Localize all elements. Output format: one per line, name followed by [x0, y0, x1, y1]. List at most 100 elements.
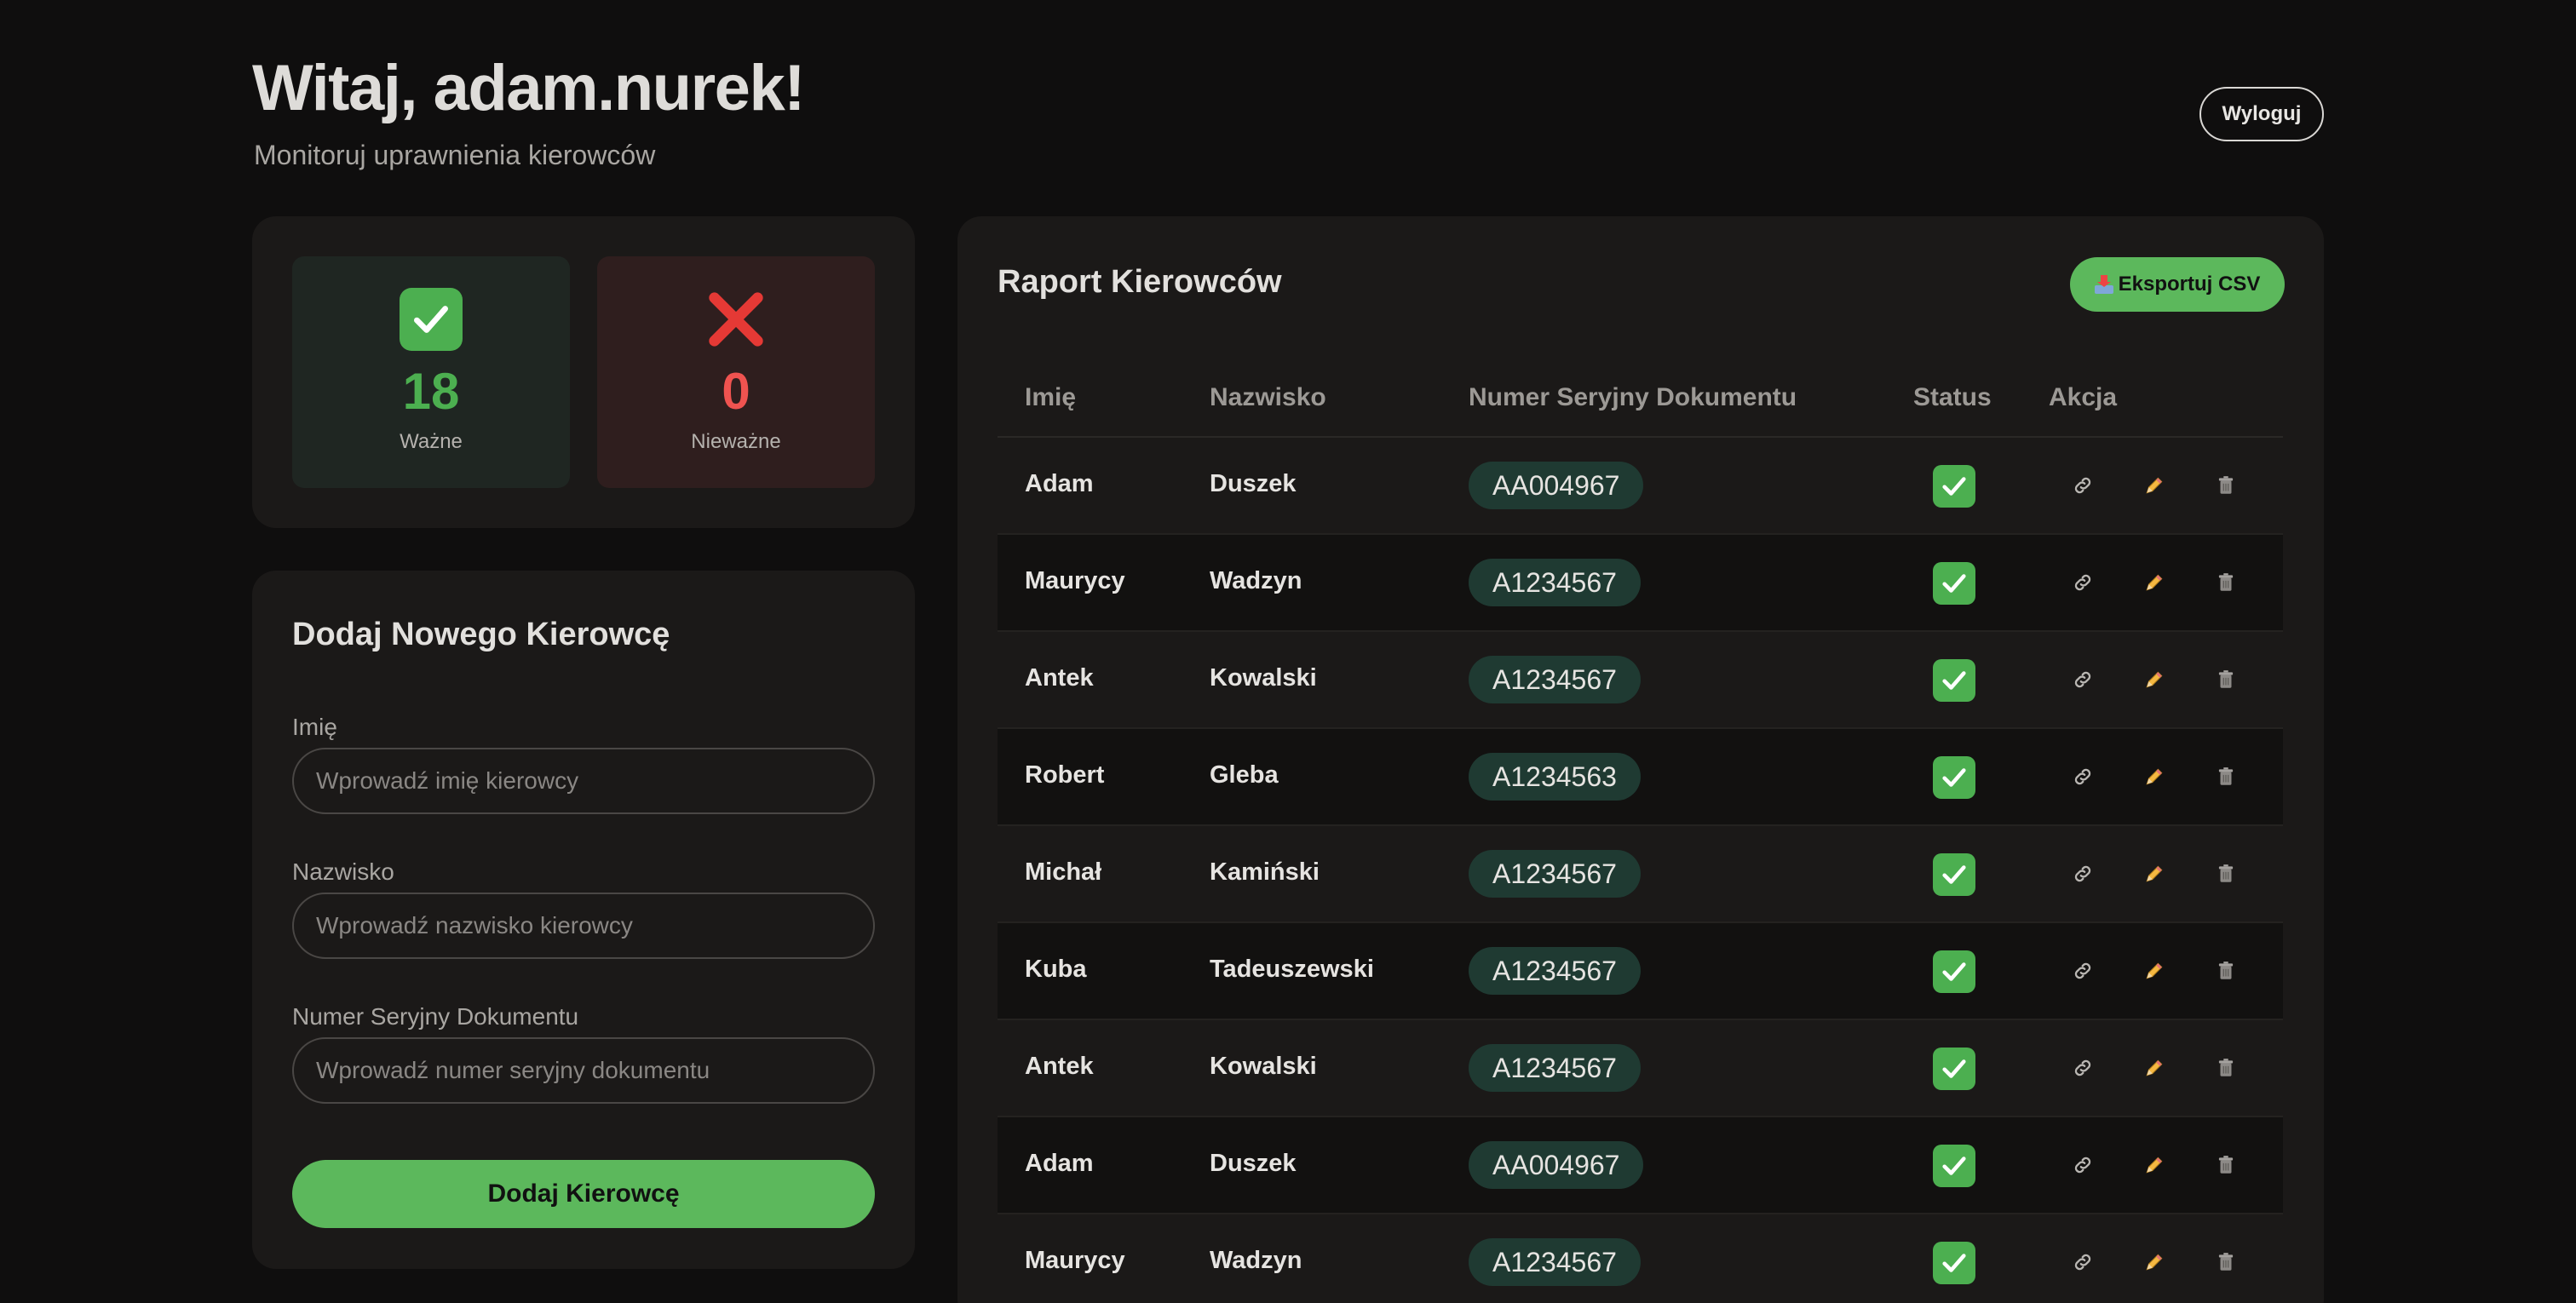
column-header-last-name: Nazwisko: [1210, 383, 1326, 411]
page-header: Witaj, adam.nurek! Monitoruj uprawnienia…: [252, 53, 2324, 181]
link-icon[interactable]: [2069, 860, 2096, 887]
pencil-icon[interactable]: [2141, 569, 2168, 596]
driver-first-name: Michał: [1025, 858, 1102, 886]
pencil-icon[interactable]: [2141, 1151, 2168, 1179]
driver-last-name: Duszek: [1210, 470, 1297, 497]
serial-number-badge: AA004967: [1469, 462, 1644, 509]
invalid-stat: 0 Nieważne: [597, 256, 875, 488]
dashboard-page: Witaj, adam.nurek! Monitoruj uprawnienia…: [252, 0, 2324, 1303]
trash-icon[interactable]: [2212, 666, 2240, 693]
table-row: Maurycy Wadzyn A1234567: [998, 535, 2283, 632]
valid-status-icon: [1933, 1145, 1975, 1187]
serial-number-badge: A1234567: [1469, 559, 1641, 606]
pencil-icon[interactable]: [2141, 666, 2168, 693]
link-icon[interactable]: [2069, 957, 2096, 984]
valid-status-icon: [1933, 853, 1975, 896]
first-name-label: Imię: [292, 714, 337, 740]
driver-last-name: Kowalski: [1210, 1053, 1317, 1080]
driver-last-name: Tadeuszewski: [1210, 956, 1374, 983]
serial-number-badge: A1234567: [1469, 1238, 1641, 1286]
serial-number-label: Numer Seryjny Dokumentu: [292, 1003, 579, 1030]
valid-status-icon: [1933, 465, 1975, 508]
driver-last-name: Wadzyn: [1210, 1247, 1302, 1274]
table-row: Antek Kowalski A1234567: [998, 1020, 2283, 1117]
valid-count: 18: [402, 363, 460, 420]
last-name-label: Nazwisko: [292, 858, 394, 885]
valid-stat: 18 Ważne: [292, 256, 570, 488]
link-icon[interactable]: [2069, 1151, 2096, 1179]
link-icon[interactable]: [2069, 666, 2096, 693]
link-icon[interactable]: [2069, 1054, 2096, 1082]
pencil-icon[interactable]: [2141, 957, 2168, 984]
link-icon[interactable]: [2069, 472, 2096, 499]
driver-first-name: Antek: [1025, 664, 1094, 692]
driver-last-name: Gleba: [1210, 761, 1279, 789]
trash-icon[interactable]: [2212, 1248, 2240, 1276]
valid-status-icon: [1933, 659, 1975, 702]
table-row: Adam Duszek AA004967: [998, 1117, 2283, 1214]
driver-last-name: Kamiński: [1210, 858, 1320, 886]
trash-icon[interactable]: [2212, 1151, 2240, 1179]
invalid-count: 0: [722, 363, 750, 420]
form-title: Dodaj Nowego Kierowcę: [292, 617, 670, 652]
valid-status-icon: [1933, 950, 1975, 993]
table-row: Kuba Tadeuszewski A1234567: [998, 923, 2283, 1020]
driver-first-name: Adam: [1025, 1150, 1094, 1177]
pencil-icon[interactable]: [2141, 763, 2168, 790]
pencil-icon[interactable]: [2141, 860, 2168, 887]
serial-number-badge: AA004967: [1469, 1141, 1644, 1189]
trash-icon[interactable]: [2212, 957, 2240, 984]
last-name-input[interactable]: [292, 893, 875, 959]
export-csv-button[interactable]: Eksportuj CSV: [2070, 257, 2285, 312]
serial-number-badge: A1234567: [1469, 1044, 1641, 1092]
table-row: Robert Gleba A1234563: [998, 729, 2283, 826]
driver-last-name: Kowalski: [1210, 664, 1317, 692]
valid-label: Ważne: [400, 430, 463, 453]
drivers-table: Imię Nazwisko Numer Seryjny Dokumentu St…: [998, 359, 2283, 1303]
driver-last-name: Duszek: [1210, 1150, 1297, 1177]
pencil-icon[interactable]: [2141, 1248, 2168, 1276]
report-title: Raport Kierowców: [998, 264, 1282, 300]
link-icon[interactable]: [2069, 1248, 2096, 1276]
cross-mark-icon: [704, 287, 768, 352]
table-header: Imię Nazwisko Numer Seryjny Dokumentu St…: [998, 359, 2283, 438]
driver-first-name: Robert: [1025, 761, 1105, 789]
link-icon[interactable]: [2069, 569, 2096, 596]
first-name-input[interactable]: [292, 748, 875, 814]
trash-icon[interactable]: [2212, 472, 2240, 499]
serial-number-badge: A1234567: [1469, 947, 1641, 995]
add-driver-form: Dodaj Nowego Kierowcę Imię Nazwisko Nume…: [252, 571, 915, 1269]
invalid-label: Nieważne: [691, 430, 781, 453]
column-header-first-name: Imię: [1025, 383, 1077, 411]
driver-first-name: Antek: [1025, 1053, 1094, 1080]
trash-icon[interactable]: [2212, 763, 2240, 790]
driver-first-name: Maurycy: [1025, 1247, 1125, 1274]
pencil-icon[interactable]: [2141, 1054, 2168, 1082]
valid-status-icon: [1933, 1242, 1975, 1284]
serial-number-badge: A1234567: [1469, 656, 1641, 703]
valid-status-icon: [1933, 1048, 1975, 1090]
column-header-action: Akcja: [2049, 383, 2118, 411]
add-driver-button[interactable]: Dodaj Kierowcę: [292, 1160, 875, 1228]
serial-number-badge: A1234563: [1469, 753, 1641, 801]
export-csv-label: Eksportuj CSV: [2118, 273, 2261, 296]
inbox-tray-icon: [2094, 275, 2113, 294]
table-row: Adam Duszek AA004967: [998, 438, 2283, 535]
column-header-serial: Numer Seryjny Dokumentu: [1469, 383, 1797, 411]
link-icon[interactable]: [2069, 763, 2096, 790]
trash-icon[interactable]: [2212, 1054, 2240, 1082]
driver-report-card: Raport Kierowców Eksportuj CSV Imię Nazw…: [957, 216, 2324, 1303]
driver-last-name: Wadzyn: [1210, 567, 1302, 594]
driver-first-name: Adam: [1025, 470, 1094, 497]
table-row: Antek Kowalski A1234567: [998, 632, 2283, 729]
trash-icon[interactable]: [2212, 569, 2240, 596]
page-subtitle: Monitoruj uprawnienia kierowców: [254, 140, 656, 170]
pencil-icon[interactable]: [2141, 472, 2168, 499]
column-header-status: Status: [1913, 383, 1992, 411]
stats-card: 18 Ważne 0 Nieważne: [252, 216, 915, 528]
serial-number-input[interactable]: [292, 1037, 875, 1104]
table-row: Michał Kamiński A1234567: [998, 826, 2283, 923]
check-mark-icon: [399, 287, 463, 352]
trash-icon[interactable]: [2212, 860, 2240, 887]
logout-button[interactable]: Wyloguj: [2199, 87, 2324, 141]
